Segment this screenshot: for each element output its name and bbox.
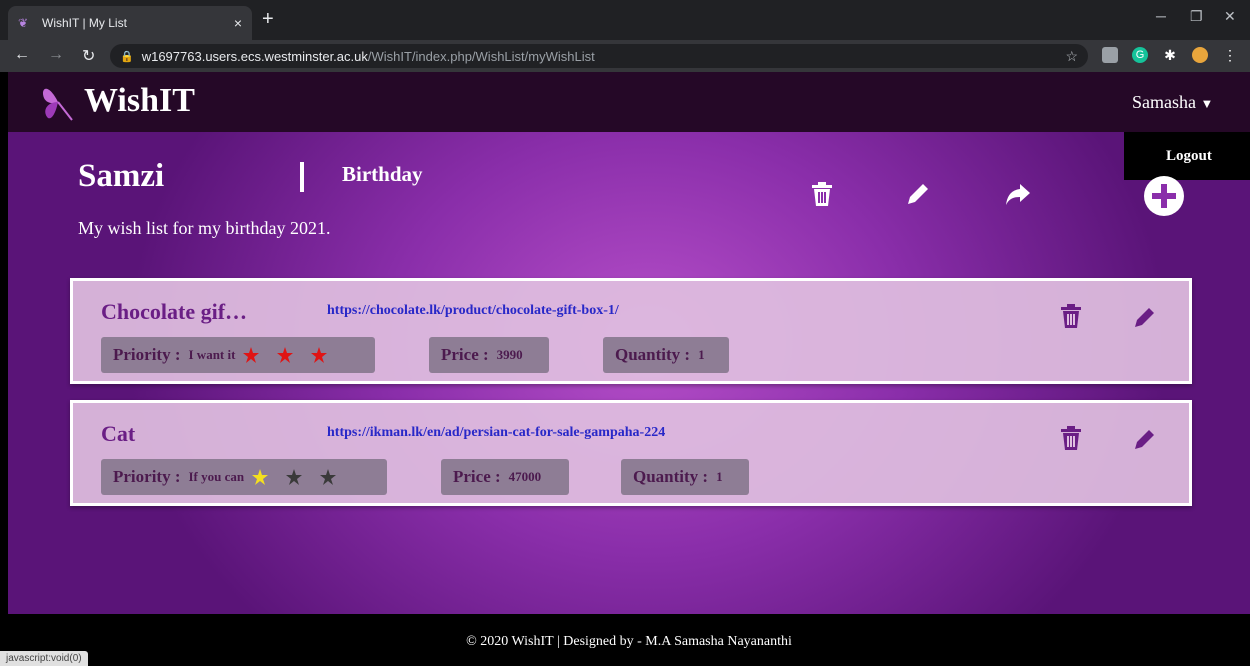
price-chip: Price : 3990	[429, 337, 549, 373]
reader-extension-icon[interactable]	[1102, 47, 1118, 63]
star-empty-icon	[286, 469, 303, 485]
title-divider	[300, 162, 304, 192]
edit-item-icon[interactable]	[1133, 425, 1157, 451]
restore-icon[interactable]: ❐	[1190, 8, 1203, 25]
quantity-chip: Quantity : 1	[621, 459, 749, 495]
price-value: 47000	[508, 469, 542, 484]
add-item-button[interactable]	[1144, 176, 1184, 216]
minimize-icon[interactable]: ─	[1156, 8, 1166, 24]
star-empty-icon	[320, 469, 337, 485]
user-menu[interactable]: Samasha ▼	[1132, 92, 1213, 113]
edit-list-icon[interactable]	[902, 178, 934, 210]
caret-down-icon: ▼	[1200, 96, 1214, 111]
close-window-icon[interactable]: ✕	[1224, 8, 1236, 25]
price-value: 3990	[496, 347, 523, 362]
priority-label: Priority :	[113, 345, 181, 364]
star-icon	[252, 469, 269, 485]
forward-icon[interactable]: →	[48, 46, 64, 64]
delete-list-icon[interactable]	[806, 178, 838, 210]
price-label: Price :	[441, 345, 489, 364]
browser-tab[interactable]: ❦ WishIT | My List ×	[8, 6, 252, 40]
quantity-value: 1	[716, 469, 723, 484]
priority-value: If you can	[188, 469, 245, 484]
butterfly-logo-icon	[42, 88, 73, 121]
site-header: WishIT Samasha ▼	[8, 72, 1250, 132]
close-tab-icon[interactable]: ×	[234, 15, 242, 31]
wishlist-description: My wish list for my birthday 2021.	[78, 218, 331, 238]
priority-chip: Priority : I want it	[101, 337, 375, 373]
reload-icon[interactable]: ↻	[82, 46, 95, 66]
page-content: WishIT Samasha ▼ Logout Samzi Birthday M…	[8, 72, 1250, 666]
edit-item-icon[interactable]	[1133, 303, 1157, 329]
star-icon	[277, 347, 294, 363]
address-bar: ← → ↻ 🔒 w1697763.users.ecs.westminster.a…	[0, 40, 1250, 72]
priority-stars	[252, 469, 354, 485]
lock-icon: 🔒	[120, 50, 134, 63]
browser-tab-bar: ❦ WishIT | My List × + ─ ❐ ✕	[0, 0, 1250, 40]
profile-avatar[interactable]	[1192, 47, 1208, 63]
new-tab-button[interactable]: +	[262, 8, 274, 31]
wishlist-item-card: Chocolate gif… https://chocolate.lk/prod…	[70, 278, 1192, 384]
wishlist-occasion: Birthday	[342, 162, 423, 186]
item-url-link[interactable]: https://ikman.lk/en/ad/persian-cat-for-s…	[327, 425, 665, 441]
share-list-icon[interactable]	[1002, 178, 1034, 210]
brand-logo-text[interactable]: WishIT	[84, 82, 195, 120]
logout-menu-item[interactable]: Logout	[1124, 132, 1250, 180]
user-name: Samasha	[1132, 92, 1196, 112]
wishlist-item-card: Cat https://ikman.lk/en/ad/persian-cat-f…	[70, 400, 1192, 506]
delete-item-icon[interactable]	[1059, 303, 1083, 329]
star-icon	[243, 347, 260, 363]
priority-value: I want it	[188, 347, 236, 362]
item-name: Chocolate gif…	[101, 299, 248, 324]
status-bar-url: javascript:void(0)	[0, 651, 88, 666]
extensions-puzzle-icon[interactable]: ✱	[1162, 47, 1178, 63]
quantity-value: 1	[698, 347, 705, 362]
url-field[interactable]: 🔒 w1697763.users.ecs.westminster.ac.uk /…	[110, 44, 1088, 68]
price-chip: Price : 47000	[441, 459, 569, 495]
quantity-label: Quantity :	[615, 345, 691, 364]
bookmark-star-icon[interactable]: ☆	[1065, 48, 1078, 65]
item-name: Cat	[101, 421, 136, 446]
wishlist-name: Samzi	[78, 158, 165, 194]
tab-title: WishIT | My List	[42, 16, 127, 30]
site-footer: © 2020 WishIT | Designed by - M.A Samash…	[8, 614, 1250, 666]
priority-chip: Priority : If you can	[101, 459, 387, 495]
price-label: Price :	[453, 467, 501, 486]
back-icon[interactable]: ←	[14, 46, 30, 64]
quantity-chip: Quantity : 1	[603, 337, 729, 373]
grammarly-extension-icon[interactable]: G	[1132, 47, 1148, 63]
delete-item-icon[interactable]	[1059, 425, 1083, 451]
priority-label: Priority :	[113, 467, 181, 486]
item-url-link[interactable]: https://chocolate.lk/product/chocolate-g…	[327, 303, 619, 319]
quantity-label: Quantity :	[633, 467, 709, 486]
priority-stars	[243, 347, 345, 363]
url-host: w1697763.users.ecs.westminster.ac.uk	[141, 48, 368, 64]
browser-menu-icon[interactable]: ⋮	[1222, 47, 1238, 63]
favicon-icon: ❦	[18, 16, 29, 30]
url-path: /WishIT/index.php/WishList/myWishList	[367, 48, 595, 64]
star-icon	[311, 347, 328, 363]
